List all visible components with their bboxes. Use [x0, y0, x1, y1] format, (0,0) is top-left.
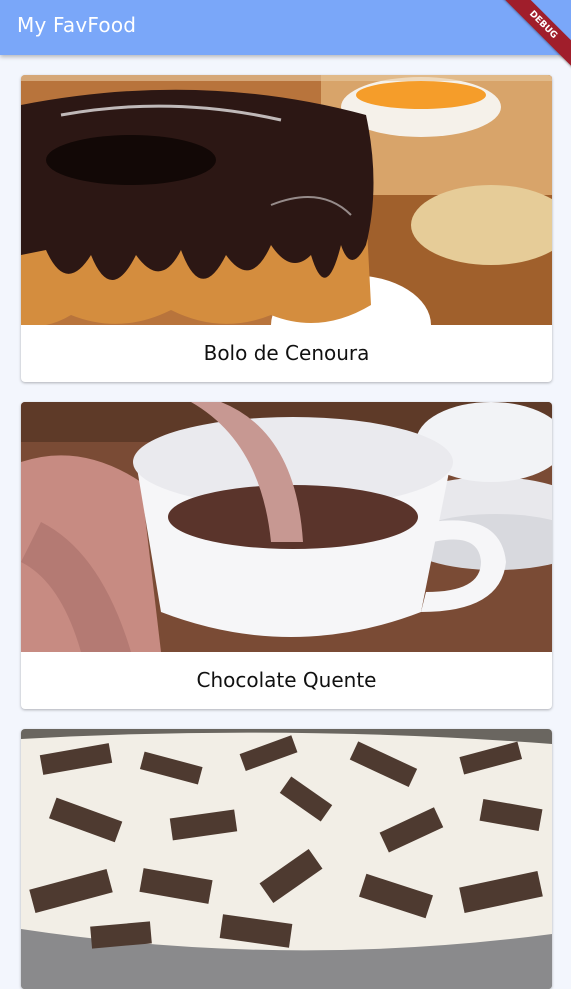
- food-card-chocolate-quente[interactable]: Chocolate Quente: [21, 402, 552, 709]
- pave-dessert-photo: [21, 729, 552, 989]
- food-card-bolo-de-cenoura[interactable]: Bolo de Cenoura: [21, 75, 552, 382]
- food-name: Chocolate Quente: [196, 668, 377, 692]
- carrot-cake-photo: [21, 75, 552, 325]
- app-title: My FavFood: [17, 13, 137, 37]
- food-name: Bolo de Cenoura: [203, 341, 370, 365]
- app-bar: My FavFood: [0, 0, 571, 55]
- food-card-pave[interactable]: [21, 729, 552, 989]
- hot-chocolate-photo: [21, 402, 552, 652]
